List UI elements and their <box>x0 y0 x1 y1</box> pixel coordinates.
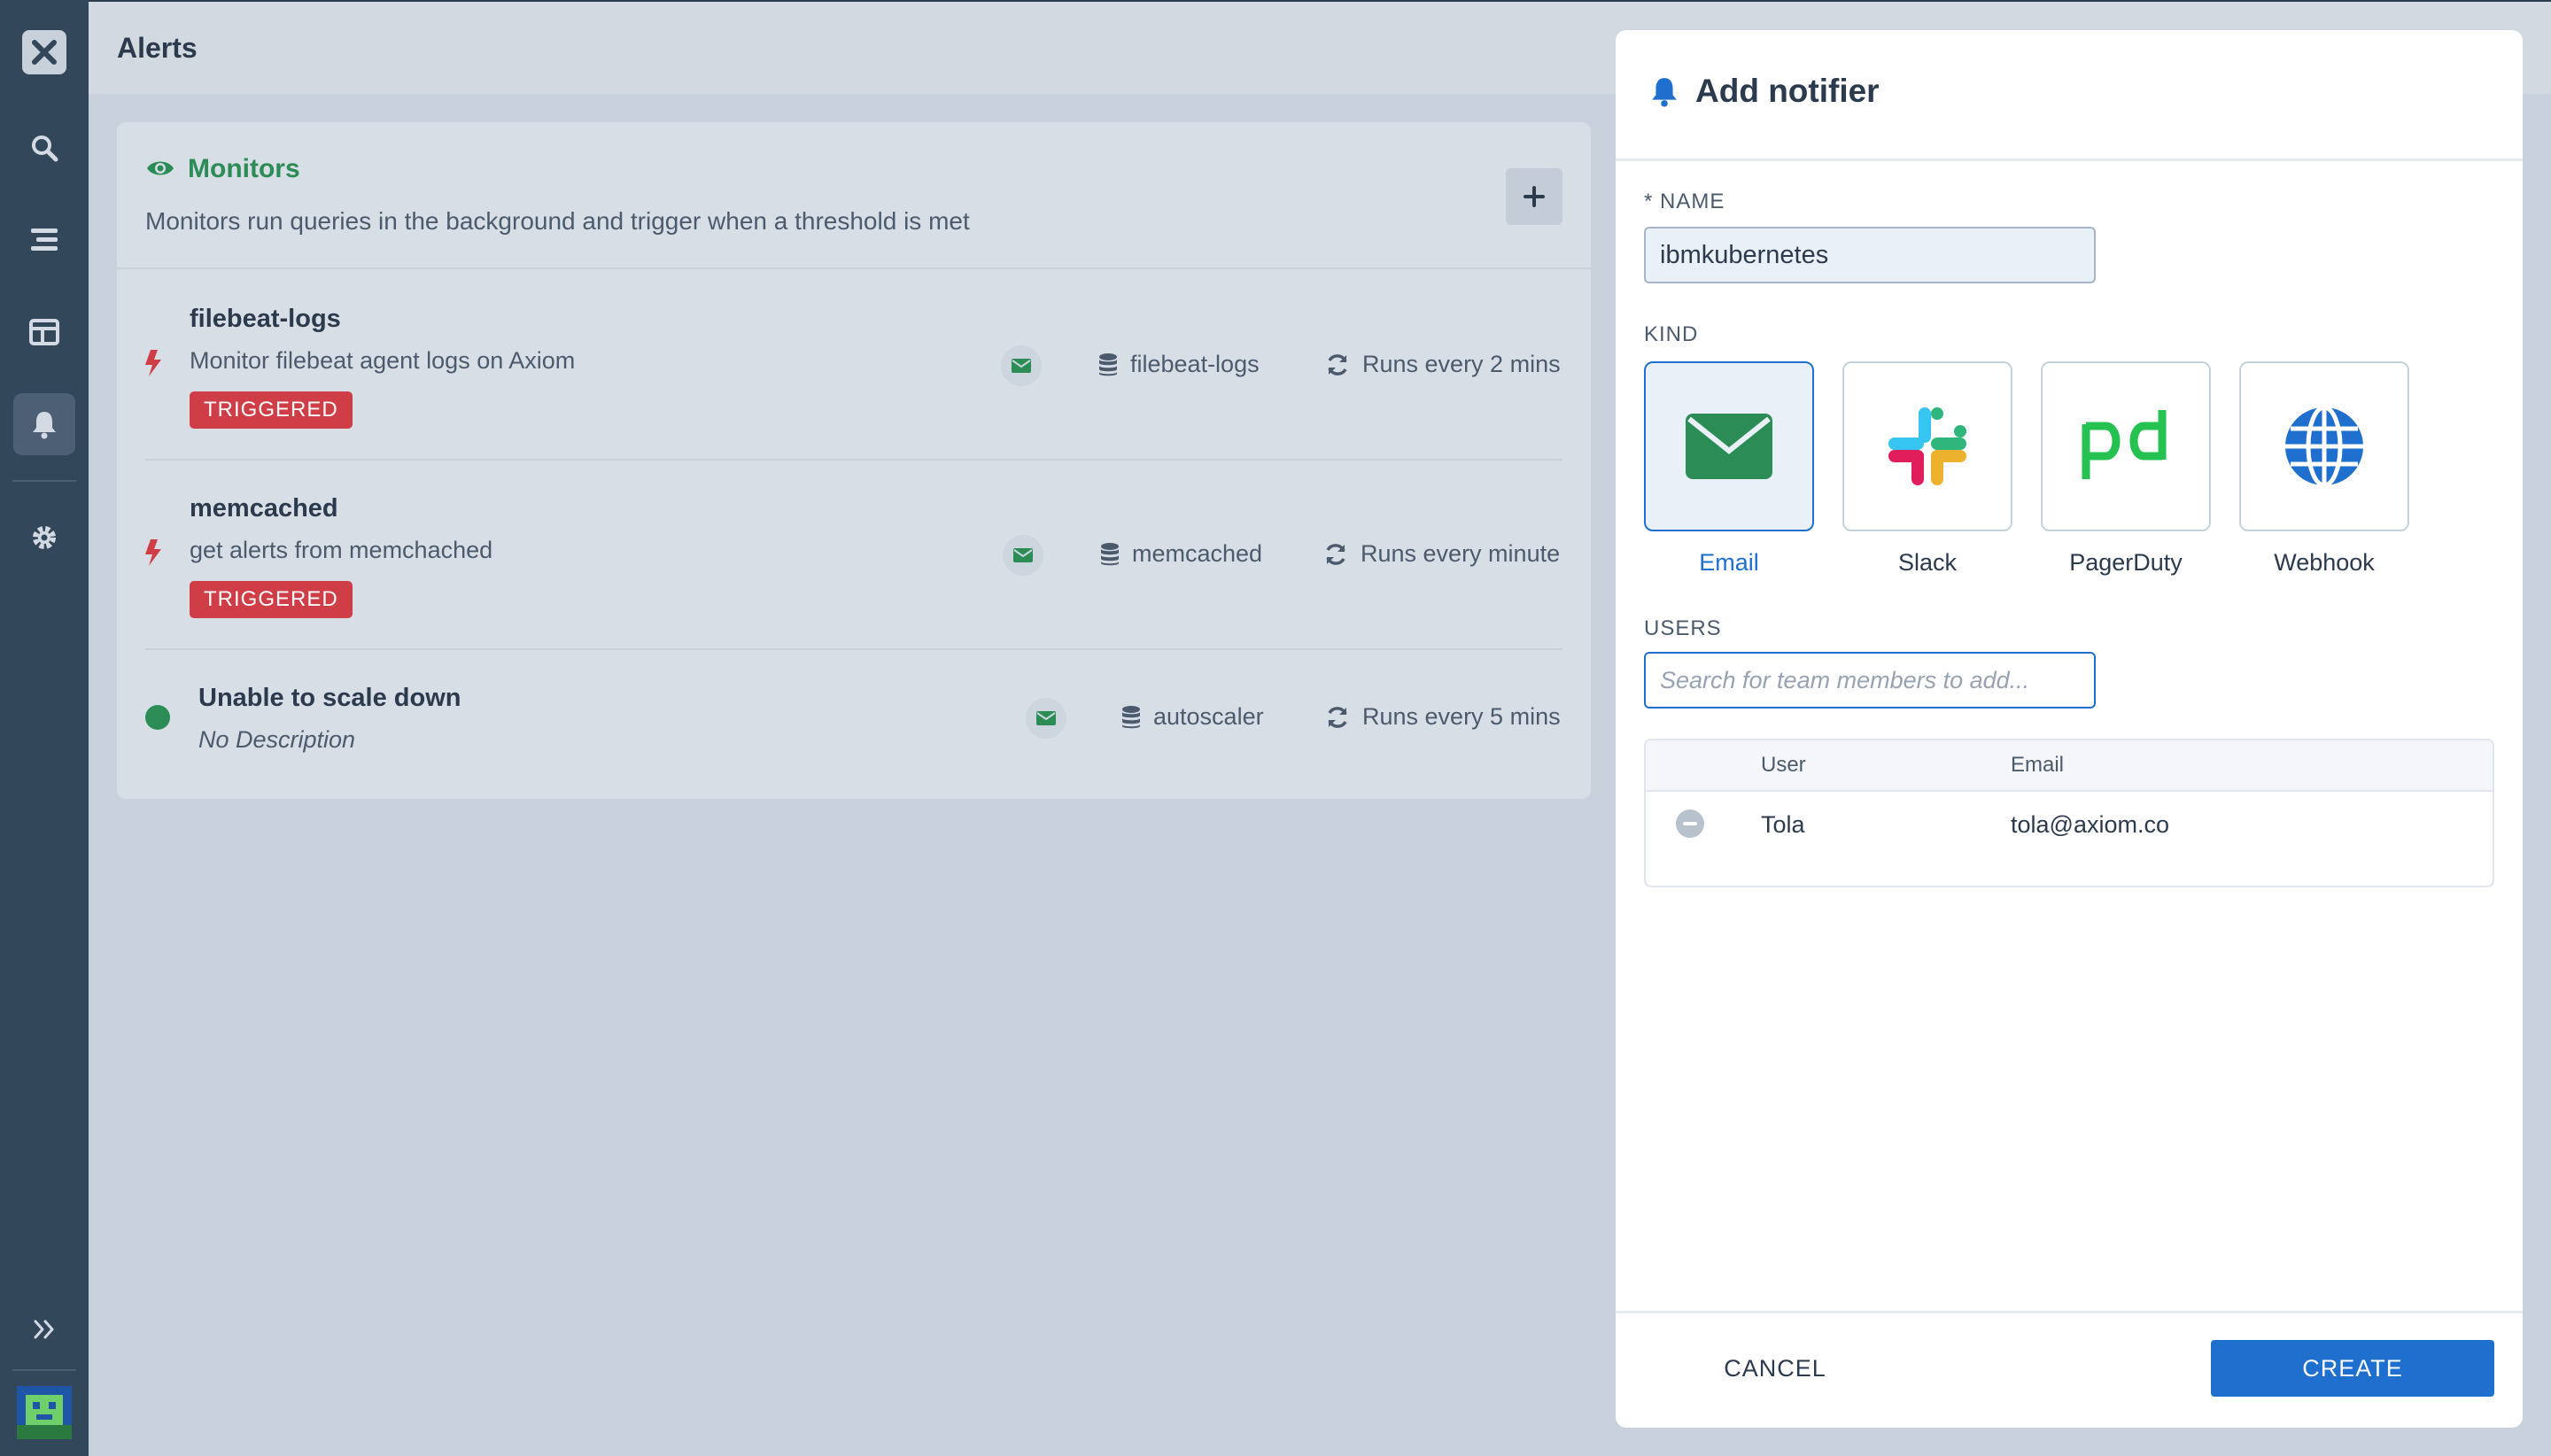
page-title: Alerts <box>117 32 198 64</box>
monitors-title: Monitors <box>188 154 300 183</box>
kind-label: KIND <box>1644 322 1699 346</box>
kind-label-email[interactable]: Email <box>1644 549 1814 577</box>
user-search-input[interactable] <box>1644 652 2096 709</box>
pagerduty-icon <box>2082 410 2167 479</box>
monitor-frequency: Runs every 5 mins <box>1362 703 1561 730</box>
avatar-icon <box>17 1386 72 1439</box>
remove-user-button[interactable] <box>1676 809 1704 838</box>
email-icon <box>1013 548 1033 562</box>
gear-icon <box>33 526 56 549</box>
refresh-icon <box>1328 706 1347 728</box>
kind-option-pagerduty[interactable] <box>2041 361 2211 531</box>
eye-icon <box>147 161 174 175</box>
database-icon <box>1101 542 1119 565</box>
monitor-dataset: autoscaler <box>1153 703 1264 730</box>
user-avatar[interactable] <box>13 1382 75 1444</box>
chevron-double-right-icon <box>34 1320 54 1339</box>
cancel-button[interactable]: CANCEL <box>1704 1340 1846 1397</box>
kind-label-webhook[interactable]: Webhook <box>2239 549 2409 577</box>
user-email-cell: tola@axiom.co <box>2011 811 2169 838</box>
monitor-description: get alerts from memchached <box>190 537 493 563</box>
monitor-name[interactable]: Unable to scale down <box>198 684 461 713</box>
sidebar-item-search[interactable] <box>13 117 75 179</box>
axiom-logo-icon[interactable] <box>22 30 66 74</box>
monitor-frequency: Runs every 2 mins <box>1362 351 1561 377</box>
sidebar-item-alerts[interactable] <box>13 393 75 455</box>
kind-option-slack[interactable] <box>1842 361 2012 531</box>
sidebar-item-settings[interactable] <box>13 507 75 569</box>
triggered-badge: TRIGGERED <box>190 581 353 618</box>
create-button[interactable]: CREATE <box>2211 1340 2494 1397</box>
sidebar-divider <box>12 1369 76 1371</box>
kind-label-pagerduty[interactable]: PagerDuty <box>2041 549 2211 577</box>
email-notifier-chip <box>1001 345 1042 386</box>
monitors-header: Monitors Monitors run queries in the bac… <box>117 122 1591 269</box>
row-divider <box>145 459 1562 461</box>
modal-footer: CANCEL CREATE <box>1616 1311 2523 1428</box>
table-header: User Email <box>1646 740 2493 792</box>
name-input[interactable] <box>1644 227 2096 283</box>
status-ok-dot <box>145 705 170 730</box>
monitor-name[interactable]: memcached <box>190 494 338 523</box>
triggered-badge: TRIGGERED <box>190 391 353 429</box>
kind-option-email[interactable] <box>1644 361 1814 531</box>
users-table: User Email Tola tola@axiom.co <box>1644 739 2494 887</box>
email-notifier-chip <box>1003 535 1043 576</box>
sidebar <box>0 0 89 1456</box>
bell-icon <box>33 412 56 439</box>
stream-icon <box>31 228 58 251</box>
monitor-description: No Description <box>198 726 356 753</box>
bolt-icon <box>145 539 161 566</box>
monitor-frequency: Runs every minute <box>1361 540 1561 567</box>
users-label: USERS <box>1644 616 1722 640</box>
monitor-name[interactable]: filebeat-logs <box>190 305 341 334</box>
row-divider <box>145 648 1562 650</box>
monitor-description: Monitor filebeat agent logs on Axiom <box>190 347 576 374</box>
sidebar-divider <box>12 480 76 482</box>
name-label: * NAME <box>1644 190 1725 213</box>
globe-icon <box>2285 405 2363 488</box>
column-header-email: Email <box>2011 753 2065 777</box>
modal-title: Add notifier <box>1695 73 1880 109</box>
monitors-panel: Monitors Monitors run queries in the bac… <box>117 122 1591 799</box>
dashboard-icon <box>29 319 59 345</box>
expand-sidebar-button[interactable] <box>13 1298 75 1360</box>
refresh-icon <box>1326 543 1345 565</box>
search-icon <box>32 136 58 162</box>
monitor-dataset: memcached <box>1132 540 1263 567</box>
email-icon <box>1012 359 1031 373</box>
plus-icon <box>1524 186 1545 207</box>
monitors-subtitle: Monitors run queries in the background a… <box>145 207 970 235</box>
kind-label-slack[interactable]: Slack <box>1842 549 2012 577</box>
add-notifier-modal: Add notifier * NAME KIND Email Slack Pag… <box>1616 30 2523 1428</box>
modal-header: Add notifier <box>1616 30 2523 161</box>
bell-icon <box>1652 78 1677 107</box>
kind-option-webhook[interactable] <box>2239 361 2409 531</box>
database-icon <box>1099 352 1117 376</box>
email-notifier-chip <box>1026 698 1066 739</box>
add-monitor-button[interactable] <box>1506 168 1562 225</box>
bolt-icon <box>145 350 161 376</box>
monitor-dataset: filebeat-logs <box>1130 351 1260 377</box>
email-icon <box>1036 711 1056 725</box>
sidebar-item-stream[interactable] <box>13 209 75 271</box>
sidebar-item-dashboards[interactable] <box>13 301 75 363</box>
minus-icon <box>1683 822 1697 825</box>
user-name-cell: Tola <box>1761 811 1805 838</box>
refresh-icon <box>1328 353 1347 376</box>
database-icon <box>1122 705 1140 728</box>
slack-icon <box>1888 407 1966 485</box>
column-header-user: User <box>1761 753 1806 777</box>
email-icon <box>1686 414 1772 479</box>
